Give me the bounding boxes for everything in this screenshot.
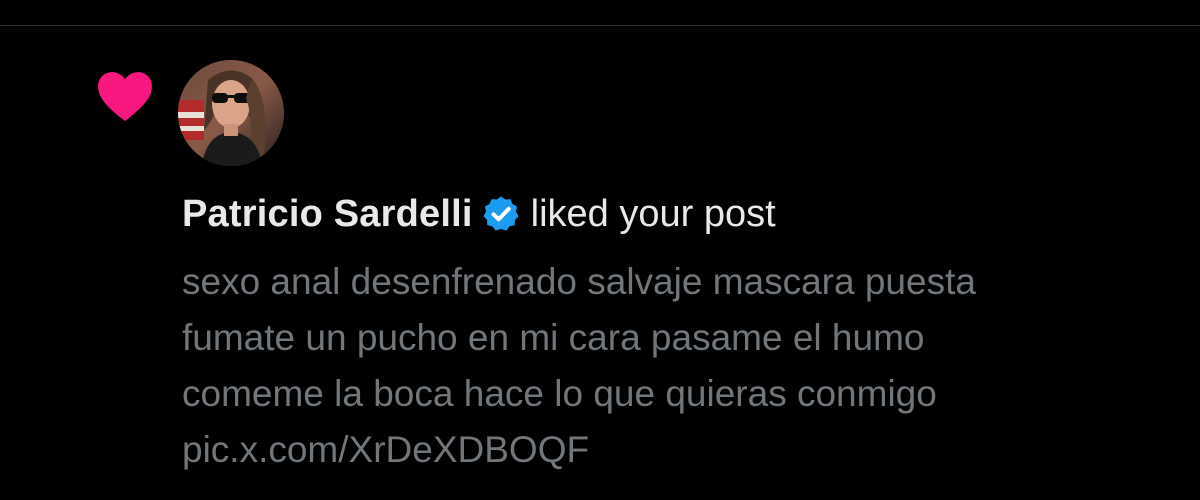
post-preview[interactable]: sexo anal desenfrenado salvaje mascara p… (182, 254, 1172, 478)
post-link[interactable]: pic.x.com/XrDeXDBOQF (182, 422, 1172, 478)
avatar[interactable] (178, 60, 284, 166)
post-line: sexo anal desenfrenado salvaje mascara p… (182, 261, 976, 302)
avatar-photo (178, 60, 284, 166)
post-line: comeme la boca hace lo que quieras conmi… (182, 373, 937, 414)
verified-badge-icon (483, 196, 519, 231)
action-text: liked your post (530, 192, 776, 235)
post-line: fumate un pucho en mi cara pasame el hum… (182, 317, 925, 358)
heart-icon (98, 72, 152, 122)
actor-name[interactable]: Patricio Sardelli (182, 193, 473, 236)
actor-line: Patricio Sardelli liked your post (182, 188, 776, 240)
like-notification[interactable]: Patricio Sardelli liked your post sexo a… (0, 0, 1200, 474)
